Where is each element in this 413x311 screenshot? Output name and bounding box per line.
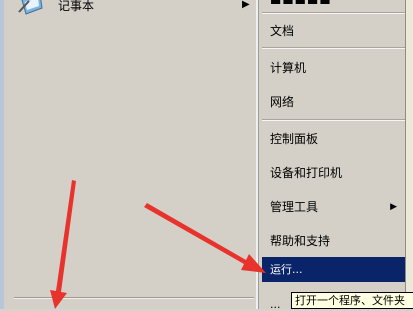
- submenu-arrow-icon: ▶: [242, 0, 250, 10]
- admin-tools-label: 管理工具: [270, 200, 319, 214]
- menu-item-admin-tools[interactable]: 管理工具 ▶: [264, 195, 405, 219]
- run-tooltip: 打开一个程序、文件夹: [291, 292, 413, 309]
- menu-item-network[interactable]: 网络: [264, 90, 405, 114]
- notepad-icon: [16, 0, 46, 16]
- scrollbar-edge[interactable]: [405, 0, 413, 309]
- bottom-more-indicator: ...: [270, 298, 281, 311]
- menu-item-run[interactable]: 运行...: [262, 257, 406, 282]
- pane-separator: [256, 0, 259, 309]
- user-folder-item[interactable]: ▬▬▬▬▬: [270, 0, 332, 4]
- left-edge-strip: [0, 0, 4, 309]
- menu-divider: [262, 119, 406, 121]
- menu-item-documents[interactable]: 文档: [264, 19, 405, 43]
- menu-item-control-panel[interactable]: 控制面板: [264, 127, 405, 151]
- menu-item-devices-printers[interactable]: 设备和打印机: [264, 161, 405, 185]
- menu-divider: [262, 47, 406, 49]
- notepad-label: 记事本: [58, 0, 95, 13]
- menu-item-help-support[interactable]: 帮助和支持: [264, 229, 405, 253]
- menu-item-computer[interactable]: 计算机: [264, 56, 405, 80]
- start-menu-right-pane: ▬▬▬▬▬ 文档 计算机 网络 控制面板 设备和打印机 管理工具 ▶ 帮助和支持…: [256, 0, 413, 309]
- start-menu-left-pane: 记事本 ▶: [0, 0, 256, 309]
- notepad-menu-item[interactable]: 记事本 ▶: [4, 0, 254, 18]
- submenu-arrow-icon: ▶: [390, 202, 397, 212]
- menu-divider: [262, 12, 406, 14]
- left-pane-divider: [14, 297, 254, 299]
